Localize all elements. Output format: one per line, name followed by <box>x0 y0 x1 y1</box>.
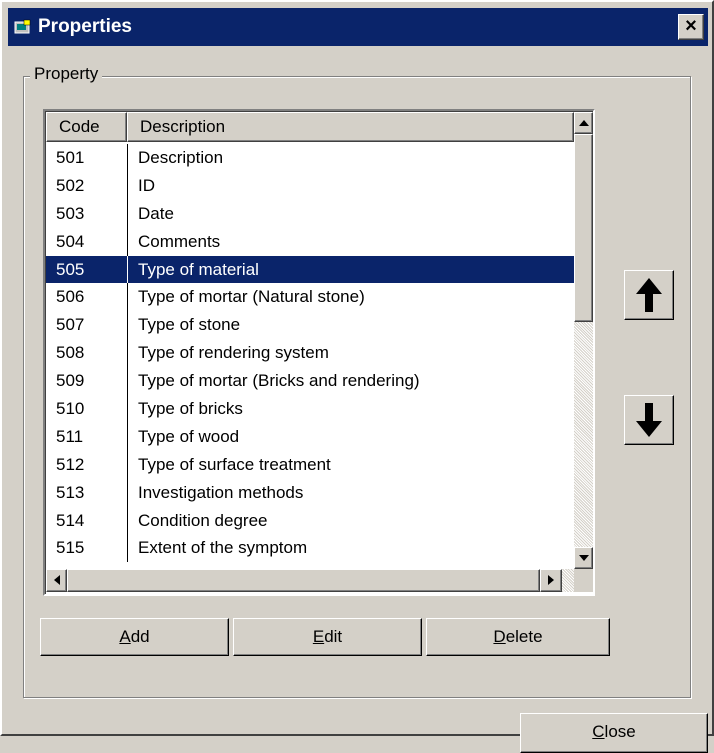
list-item-code: 507 <box>56 315 85 335</box>
list-item[interactable]: 513 Investigation methods <box>46 478 574 507</box>
list-item-description: Condition degree <box>138 510 268 530</box>
scroll-right-icon <box>548 575 554 585</box>
scroll-up-button[interactable] <box>574 112 593 134</box>
scroll-left-button[interactable] <box>46 569 67 592</box>
properties-window: Properties × Property Code Description 5… <box>0 0 714 753</box>
list-item-description: Type of surface treatment <box>138 454 331 474</box>
delete-accelerator: D <box>493 627 506 646</box>
list-item-code: 502 <box>56 175 85 195</box>
column-divider <box>127 506 128 535</box>
list-item-code: 511 <box>56 426 84 446</box>
list-item-code: 506 <box>56 287 85 307</box>
list-item-code: 509 <box>56 371 85 391</box>
vertical-scrollbar[interactable] <box>574 112 593 569</box>
column-divider <box>127 227 128 256</box>
list-item-description: Type of mortar (Bricks and rendering) <box>138 371 420 391</box>
title-bar[interactable]: Properties × <box>8 8 708 46</box>
column-divider <box>127 450 128 479</box>
list-item-description: Description <box>138 148 224 167</box>
column-header-description[interactable]: Description <box>127 112 574 142</box>
horizontal-scrollbar[interactable] <box>46 569 574 592</box>
close-window-button[interactable]: × <box>678 14 704 40</box>
column-divider <box>127 422 128 451</box>
list-item-description: Type of material <box>138 259 259 279</box>
scroll-down-button[interactable] <box>574 547 593 569</box>
edit-button[interactable]: Edit <box>233 618 422 656</box>
list-item-code: 505 <box>56 259 85 279</box>
arrow-up-icon <box>636 278 662 312</box>
column-divider <box>127 478 128 507</box>
column-divider <box>127 311 128 340</box>
list-item-description: Comments <box>138 231 221 251</box>
list-item[interactable]: 508 Type of rendering system <box>46 339 574 368</box>
arrow-down-icon <box>636 403 662 437</box>
list-item-code: 504 <box>56 231 85 251</box>
scroll-corner <box>574 569 593 592</box>
list-item-code: 508 <box>56 343 85 363</box>
list-item-description: Type of mortar (Natural stone) <box>138 287 365 307</box>
list-item[interactable]: 507 Type of stone <box>46 311 574 340</box>
list-item-description: Type of wood <box>138 426 240 446</box>
delete-button[interactable]: Delete <box>426 618 610 656</box>
list-item-description: Type of stone <box>138 315 241 335</box>
column-divider <box>127 395 128 423</box>
edit-accelerator: E <box>312 627 325 646</box>
list-item[interactable]: 515 Extent of the symptom <box>46 534 574 563</box>
list-item-description: Extent of the symptom <box>138 538 308 558</box>
list-item-code: 501 <box>56 148 85 167</box>
list-item[interactable]: 502 ID <box>46 171 574 200</box>
column-divider <box>127 199 128 228</box>
column-divider <box>127 534 128 563</box>
list-item-description: Investigation methods <box>138 482 304 502</box>
list-item-code: 514 <box>56 510 85 530</box>
list-item[interactable]: 505 Type of material <box>46 255 574 284</box>
vertical-scroll-thumb[interactable] <box>574 134 593 322</box>
move-down-button[interactable] <box>624 395 674 445</box>
close-button[interactable]: Close <box>520 713 708 753</box>
close-icon: × <box>685 15 697 37</box>
move-up-button[interactable] <box>624 270 674 320</box>
column-divider <box>127 144 128 172</box>
scroll-right-button[interactable] <box>540 569 562 592</box>
window-title: Properties <box>38 16 132 37</box>
scroll-up-icon <box>578 120 589 126</box>
add-button[interactable]: Add <box>40 618 229 656</box>
list-item-description: ID <box>138 175 155 195</box>
list-item-code: 515 <box>56 538 85 558</box>
list-item-code: 503 <box>56 203 85 223</box>
list-item[interactable]: 510 Type of bricks <box>46 395 574 423</box>
list-item[interactable]: 506 Type of mortar (Natural stone) <box>46 283 574 312</box>
list-item[interactable]: 501 Description <box>46 144 574 172</box>
list-item-code: 510 <box>56 399 85 419</box>
list-rows: 501 Description 502 ID 503 Date 504 Comments 505… <box>46 144 574 563</box>
list-item-description: Type of rendering system <box>138 343 329 363</box>
list-item-code: 513 <box>56 482 85 502</box>
list-item[interactable]: 514 Condition degree <box>46 506 574 535</box>
list-header: Code Description <box>46 112 574 142</box>
list-item-description: Type of bricks <box>138 399 243 419</box>
list-item-description: Date <box>138 203 174 223</box>
list-item-code: 512 <box>56 454 85 474</box>
list-item[interactable]: 509 Type of mortar (Bricks and rendering) <box>46 367 574 396</box>
property-list[interactable]: Code Description 501 Description 502 ID 503 D… <box>43 109 595 596</box>
list-item[interactable]: 512 Type of surface treatment <box>46 450 574 479</box>
list-item[interactable]: 504 Comments <box>46 227 574 256</box>
column-divider <box>127 339 128 368</box>
scroll-down-icon <box>578 555 589 561</box>
column-divider <box>127 367 128 396</box>
scroll-left-icon <box>53 575 60 585</box>
app-icon <box>14 19 31 34</box>
column-header-code[interactable]: Code <box>46 112 127 142</box>
list-item[interactable]: 511 Type of wood <box>46 422 574 451</box>
groupbox-label: Property <box>30 64 103 84</box>
list-item[interactable]: 503 Date <box>46 199 574 228</box>
column-divider <box>127 255 128 284</box>
horizontal-scroll-thumb[interactable] <box>67 569 540 592</box>
close-accelerator: C <box>592 722 605 741</box>
column-divider <box>127 171 128 200</box>
add-accelerator: A <box>119 627 131 646</box>
column-divider <box>127 283 128 312</box>
